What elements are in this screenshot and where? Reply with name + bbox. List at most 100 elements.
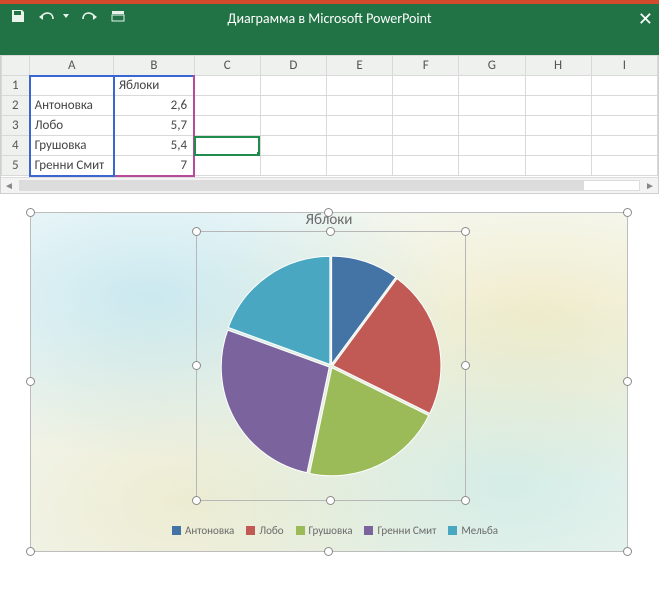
cell[interactable]: Грушовка [30, 136, 114, 156]
table-row: 2 Антоновка 2,6 [2, 96, 658, 116]
cell[interactable] [525, 156, 591, 176]
cell[interactable] [525, 76, 591, 96]
table-row: 5 Гренни Смит 7 [2, 156, 658, 176]
selection-handle[interactable] [461, 227, 470, 236]
cell[interactable]: Антоновка [30, 96, 114, 116]
table-row: 3 Лобо 5,7 [2, 116, 658, 136]
chart-object[interactable]: Яблоки Антоновка Лобо Грушовка Гренни Смит М… [30, 212, 628, 552]
cell[interactable] [525, 116, 591, 136]
horizontal-scrollbar[interactable]: ◄ ► [1, 177, 658, 193]
selection-handle[interactable] [623, 547, 632, 556]
legend-label[interactable]: Мельба [461, 524, 498, 537]
scroll-left-icon[interactable]: ◄ [1, 178, 17, 193]
cell[interactable] [393, 116, 459, 136]
scroll-right-icon[interactable]: ► [642, 178, 658, 193]
selection-handle[interactable] [26, 547, 35, 556]
pie-chart-icon[interactable] [216, 251, 446, 481]
cell[interactable] [591, 156, 657, 176]
row-header[interactable]: 1 [2, 76, 30, 96]
cell[interactable] [326, 96, 392, 116]
cell[interactable] [194, 76, 260, 96]
cell[interactable] [591, 116, 657, 136]
selection-handle[interactable] [326, 496, 335, 505]
cell[interactable] [326, 156, 392, 176]
cell[interactable] [393, 76, 459, 96]
column-header[interactable]: F [393, 56, 459, 76]
legend-swatch [364, 526, 373, 535]
data-grid[interactable]: A B C D E F G H I 1 Яблоки 2 Антоновка 2… [1, 55, 658, 177]
selection-handle[interactable] [326, 227, 335, 236]
legend-label[interactable]: Гренни Смит [377, 524, 436, 537]
cell[interactable]: 5,7 [114, 116, 194, 136]
cell[interactable]: 5,4 [114, 136, 194, 156]
cell[interactable] [194, 96, 260, 116]
cell-active[interactable] [194, 136, 260, 156]
window-title: Диаграмма в Microsoft PowerPoint [0, 10, 659, 27]
close-icon[interactable]: ✕ [638, 8, 653, 30]
legend-label[interactable]: Грушовка [309, 524, 353, 537]
row-header[interactable]: 3 [2, 116, 30, 136]
column-header[interactable]: B [114, 56, 194, 76]
scroll-thumb[interactable] [19, 180, 584, 191]
cell[interactable] [194, 156, 260, 176]
selection-handle[interactable] [461, 496, 470, 505]
legend-label[interactable]: Лобо [259, 524, 283, 537]
chart-plot-area[interactable] [196, 231, 466, 501]
row-header[interactable]: 5 [2, 156, 30, 176]
cell[interactable]: Гренни Смит [30, 156, 114, 176]
column-header[interactable]: C [194, 56, 260, 76]
cell[interactable]: Яблоки [114, 76, 194, 96]
cell[interactable] [525, 96, 591, 116]
select-all-corner[interactable] [2, 56, 30, 76]
cell[interactable] [260, 156, 326, 176]
cell[interactable] [459, 76, 525, 96]
cell[interactable]: 7 [114, 156, 194, 176]
cell[interactable] [591, 136, 657, 156]
selection-handle[interactable] [623, 377, 632, 386]
selection-handle[interactable] [192, 361, 201, 370]
cell[interactable] [260, 136, 326, 156]
cell[interactable] [260, 96, 326, 116]
cell[interactable] [591, 76, 657, 96]
cell[interactable] [260, 76, 326, 96]
selection-handle[interactable] [26, 377, 35, 386]
legend-swatch [448, 526, 457, 535]
cell[interactable] [393, 136, 459, 156]
column-header[interactable]: A [30, 56, 114, 76]
cell[interactable] [459, 136, 525, 156]
cell[interactable]: 2,6 [114, 96, 194, 116]
legend-label[interactable]: Антоновка [185, 524, 234, 537]
slide-area: Яблоки Антоновка Лобо Грушовка Гренни Смит М… [0, 194, 659, 562]
cell[interactable] [525, 136, 591, 156]
cell[interactable] [393, 156, 459, 176]
legend-swatch [172, 526, 181, 535]
cell[interactable] [326, 76, 392, 96]
row-header[interactable]: 4 [2, 136, 30, 156]
cell[interactable] [459, 156, 525, 176]
chart-legend[interactable]: Антоновка Лобо Грушовка Гренни Смит Мельба [31, 523, 627, 537]
column-header[interactable]: D [260, 56, 326, 76]
cell[interactable] [393, 96, 459, 116]
selection-handle[interactable] [324, 547, 333, 556]
spreadsheet: A B C D E F G H I 1 Яблоки 2 Антоновка 2… [0, 55, 659, 194]
selection-handle[interactable] [461, 361, 470, 370]
cell[interactable] [591, 96, 657, 116]
chart-title[interactable]: Яблоки [31, 211, 627, 229]
column-header[interactable]: E [326, 56, 392, 76]
cell[interactable] [326, 116, 392, 136]
cell[interactable] [194, 116, 260, 136]
cell[interactable] [260, 116, 326, 136]
selection-handle[interactable] [192, 496, 201, 505]
cell[interactable] [326, 136, 392, 156]
row-header[interactable]: 2 [2, 96, 30, 116]
cell[interactable] [459, 96, 525, 116]
column-header[interactable]: G [459, 56, 525, 76]
cell[interactable]: Лобо [30, 116, 114, 136]
cell[interactable] [459, 116, 525, 136]
selection-handle[interactable] [192, 227, 201, 236]
cell[interactable] [30, 76, 114, 96]
table-row: 4 Грушовка 5,4 [2, 136, 658, 156]
column-header[interactable]: H [525, 56, 591, 76]
excel-titlebar: Диаграмма в Microsoft PowerPoint ✕ [0, 0, 659, 55]
column-header[interactable]: I [591, 56, 657, 76]
